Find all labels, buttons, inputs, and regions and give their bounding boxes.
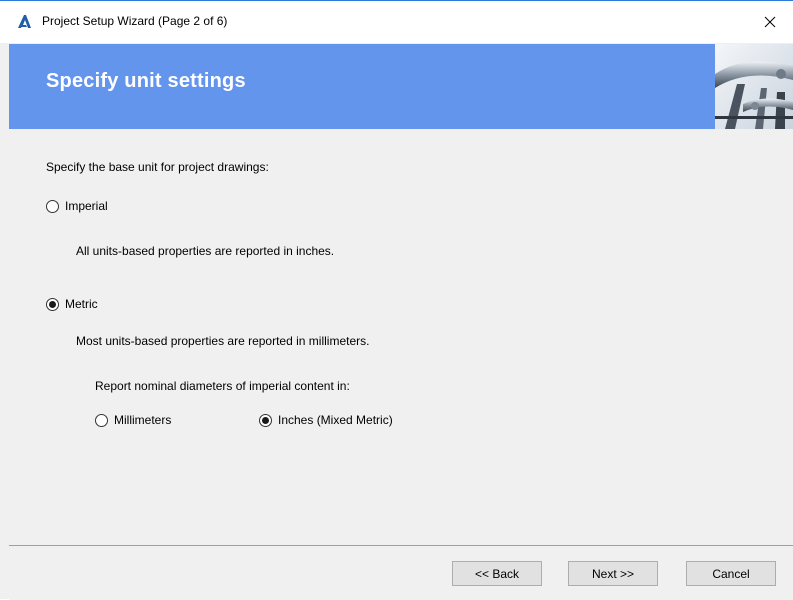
imperial-radio[interactable] xyxy=(46,199,59,213)
autodesk-a-icon xyxy=(18,15,31,28)
imperial-label[interactable]: Imperial xyxy=(65,199,108,213)
window-title: Project Setup Wizard (Page 2 of 6) xyxy=(42,14,228,28)
title-bar: Project Setup Wizard (Page 2 of 6) xyxy=(0,1,793,43)
close-button[interactable] xyxy=(747,1,793,43)
pipes-image xyxy=(715,44,793,129)
header-banner: Specify unit settings xyxy=(9,44,793,129)
inches-radio-option[interactable]: Inches (Mixed Metric) xyxy=(259,413,393,427)
inches-label[interactable]: Inches (Mixed Metric) xyxy=(278,413,393,427)
imperial-description: All units-based properties are reported … xyxy=(76,244,335,258)
close-icon xyxy=(764,16,776,28)
base-unit-prompt: Specify the base unit for project drawin… xyxy=(46,160,269,174)
metric-radio[interactable] xyxy=(46,297,59,311)
metric-label[interactable]: Metric xyxy=(65,297,98,311)
imperial-radio-option[interactable]: Imperial xyxy=(46,199,108,213)
page-title: Specify unit settings xyxy=(46,70,246,92)
content-area: Specify the base unit for project drawin… xyxy=(9,129,793,545)
wizard-window: Project Setup Wizard (Page 2 of 6) Speci… xyxy=(0,0,793,600)
nominal-diameter-prompt: Report nominal diameters of imperial con… xyxy=(95,379,350,393)
cancel-button[interactable]: Cancel xyxy=(686,561,776,586)
button-bar: << Back Next >> Cancel xyxy=(9,546,793,600)
millimeters-radio[interactable] xyxy=(95,413,108,427)
next-button[interactable]: Next >> xyxy=(568,561,658,586)
back-button[interactable]: << Back xyxy=(452,561,542,586)
millimeters-label[interactable]: Millimeters xyxy=(114,413,171,427)
millimeters-radio-option[interactable]: Millimeters xyxy=(95,413,171,427)
inches-radio[interactable] xyxy=(259,413,272,427)
metric-description: Most units-based properties are reported… xyxy=(76,334,370,348)
metric-radio-option[interactable]: Metric xyxy=(46,297,98,311)
